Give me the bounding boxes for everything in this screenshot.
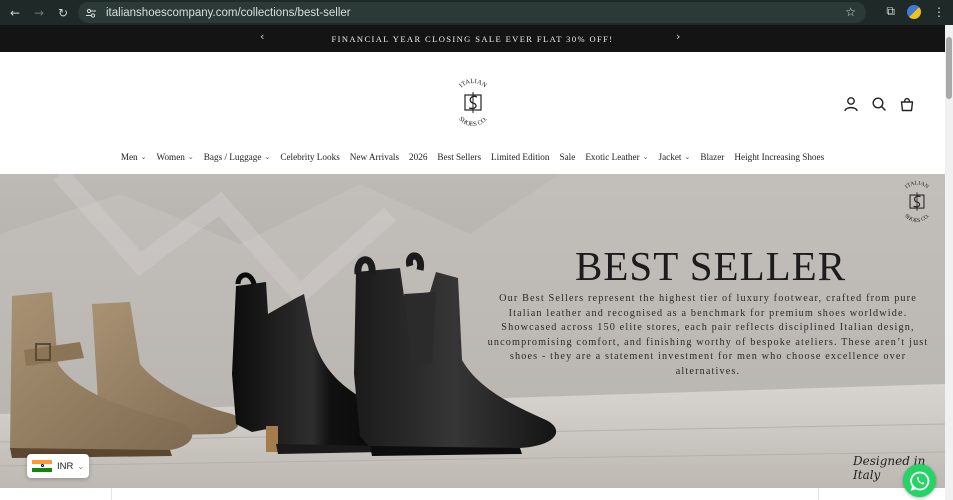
announcement-text: FINANCIAL YEAR CLOSING SALE EVER FLAT 30… (331, 33, 614, 44)
india-flag-icon (32, 459, 52, 473)
back-icon[interactable]: ← (6, 4, 24, 22)
announcement-bar: ‹ FINANCIAL YEAR CLOSING SALE EVER FLAT … (0, 25, 945, 52)
divider (818, 488, 819, 500)
nav-item-2026[interactable]: 2026 (404, 152, 432, 162)
nav-item-limited-edition[interactable]: Limited Edition (486, 152, 554, 162)
currency-selector[interactable]: INR ⌄ (27, 454, 89, 478)
hero-logo-bottom-text: SHOES CO. (903, 213, 931, 224)
chevron-down-icon: ⌄ (187, 153, 194, 161)
nav-item-best-sellers[interactable]: Best Sellers (432, 152, 486, 162)
announcement-next-icon[interactable]: › (676, 30, 680, 43)
main-navigation: Men ⌄ Women ⌄ Bags / Luggage ⌄ Celebrity Lo… (0, 152, 945, 162)
cart-icon[interactable] (899, 96, 915, 112)
address-bar[interactable]: italianshoescompany.com/collections/best… (78, 2, 866, 23)
divider (111, 488, 112, 500)
nav-item-bags-luggage[interactable]: Bags / Luggage ⌄ (199, 152, 276, 162)
hero-description: Our Best Sellers represent the highest t… (487, 293, 929, 377)
site-header: ITALIAN SHOES CO. Men ⌄ Women ⌄ Bags / Lug… (0, 52, 945, 174)
chevron-down-icon: ⌄ (140, 153, 147, 161)
extensions-icon[interactable]: ⧉ (886, 4, 895, 19)
browser-toolbar: ← → ↻ italianshoescompany.com/collection… (0, 0, 953, 25)
site-info-icon[interactable] (84, 6, 98, 20)
nav-item-new-arrivals[interactable]: New Arrivals (345, 152, 404, 162)
nav-item-celebrity-looks[interactable]: Celebrity Looks (275, 152, 344, 162)
profile-avatar[interactable] (907, 4, 921, 19)
hero-banner: ITALIAN SHOES CO. BEST SELLER Our Best S… (0, 174, 945, 488)
whatsapp-icon[interactable] (903, 464, 936, 497)
browser-menu-icon[interactable]: ⋮ (933, 5, 945, 19)
bookmark-star-icon[interactable]: ☆ (845, 5, 856, 19)
logo-top-text: ITALIAN (458, 78, 488, 89)
nav-item-height-increasing-shoes[interactable]: Height Increasing Shoes (729, 152, 829, 162)
url-text[interactable]: italianshoescompany.com/collections/best… (106, 7, 351, 19)
search-icon[interactable] (871, 96, 887, 112)
nav-item-exotic-leather[interactable]: Exotic Leather ⌄ (580, 152, 653, 162)
hero-logo-top-text: ITALIAN (904, 181, 929, 191)
site-logo[interactable]: ITALIAN SHOES CO. (450, 78, 496, 128)
chevron-down-icon: ⌄ (642, 153, 649, 161)
account-icon[interactable] (843, 96, 859, 112)
nav-item-men[interactable]: Men ⌄ (116, 152, 152, 162)
announcement-prev-icon[interactable]: ‹ (260, 30, 264, 43)
forward-icon[interactable]: → (30, 4, 48, 22)
nav-item-sale[interactable]: Sale (554, 152, 580, 162)
chevron-down-icon: ⌄ (264, 153, 271, 161)
logo-bottom-text: SHOES CO. (457, 115, 489, 128)
nav-item-blazer[interactable]: Blazer (695, 152, 729, 162)
content-below-hero (0, 488, 945, 500)
chevron-down-icon: ⌄ (77, 461, 85, 471)
nav-item-women[interactable]: Women ⌄ (152, 152, 199, 162)
hero-title: BEST SELLER (575, 243, 847, 289)
page-scrollbar[interactable] (945, 25, 953, 500)
currency-code: INR (57, 460, 74, 472)
chevron-down-icon: ⌄ (684, 153, 691, 161)
nav-item-jacket[interactable]: Jacket ⌄ (654, 152, 696, 162)
reload-icon[interactable]: ↻ (54, 4, 72, 22)
hero-logo: ITALIAN SHOES CO. (897, 180, 937, 225)
scrollbar-thumb[interactable] (946, 37, 952, 99)
